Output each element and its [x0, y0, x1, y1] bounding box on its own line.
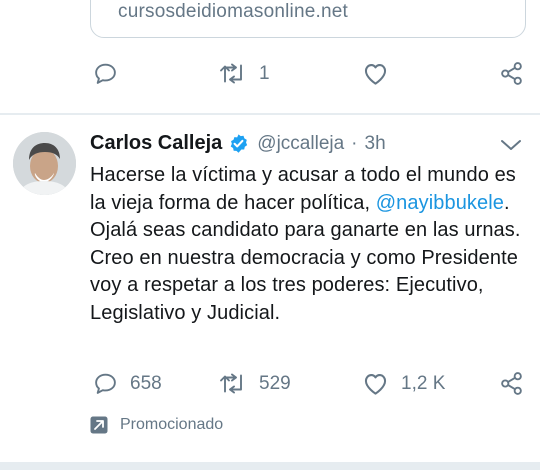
- previous-tweet: cursosdeidiomasonline.net 1: [0, 0, 540, 112]
- reply-button[interactable]: 658: [93, 371, 162, 396]
- retweet-button[interactable]: 529: [219, 371, 291, 396]
- promoted-indicator: Promocionado: [90, 416, 223, 434]
- retweet-icon: [220, 63, 242, 84]
- retweet-icon: [220, 373, 242, 394]
- timestamp[interactable]: 3h: [365, 133, 386, 155]
- tweet-options-button[interactable]: [498, 135, 524, 160]
- promoted-arrow-icon: [90, 416, 108, 434]
- link-card-url: cursosdeidiomasonline.net: [118, 1, 348, 22]
- share-button[interactable]: [499, 371, 524, 396]
- verified-badge-icon: [231, 134, 248, 153]
- tweet-actions: 658 529 1,2 K: [0, 364, 540, 404]
- retweet-button[interactable]: 1: [219, 61, 270, 86]
- separator-dot: ·: [351, 132, 358, 154]
- reply-count: 658: [130, 372, 162, 394]
- chevron-down-icon: [501, 140, 521, 150]
- tweet[interactable]: Carlos Calleja @jccalleja · 3h Hacerse l…: [0, 115, 540, 470]
- promoted-label: Promocionado: [120, 416, 224, 433]
- author-handle[interactable]: @jccalleja: [257, 133, 344, 155]
- bottom-divider: [0, 462, 540, 470]
- avatar[interactable]: [13, 132, 76, 195]
- retweet-count: 1: [259, 62, 270, 84]
- like-count: 1,2 K: [401, 372, 446, 394]
- reply-button[interactable]: [93, 61, 118, 86]
- reply-icon: [95, 373, 116, 394]
- share-button[interactable]: [499, 61, 524, 86]
- like-button[interactable]: 1,2 K: [362, 371, 445, 396]
- heart-icon: [364, 64, 387, 85]
- share-icon: [501, 372, 522, 395]
- share-icon: [501, 62, 522, 85]
- link-card[interactable]: cursosdeidiomasonline.net: [90, 0, 526, 38]
- author-name[interactable]: Carlos Calleja: [90, 132, 222, 155]
- heart-icon: [364, 374, 387, 395]
- mention-link[interactable]: @nayibbukele: [376, 192, 504, 214]
- tweet-text: Hacerse la víctima y acusar a todo el mu…: [90, 162, 530, 327]
- reply-icon: [95, 63, 116, 84]
- retweet-count: 529: [259, 372, 291, 394]
- tweet-header: Carlos Calleja @jccalleja · 3h: [90, 132, 386, 155]
- previous-tweet-actions: 1: [0, 54, 540, 94]
- like-button[interactable]: [362, 61, 389, 86]
